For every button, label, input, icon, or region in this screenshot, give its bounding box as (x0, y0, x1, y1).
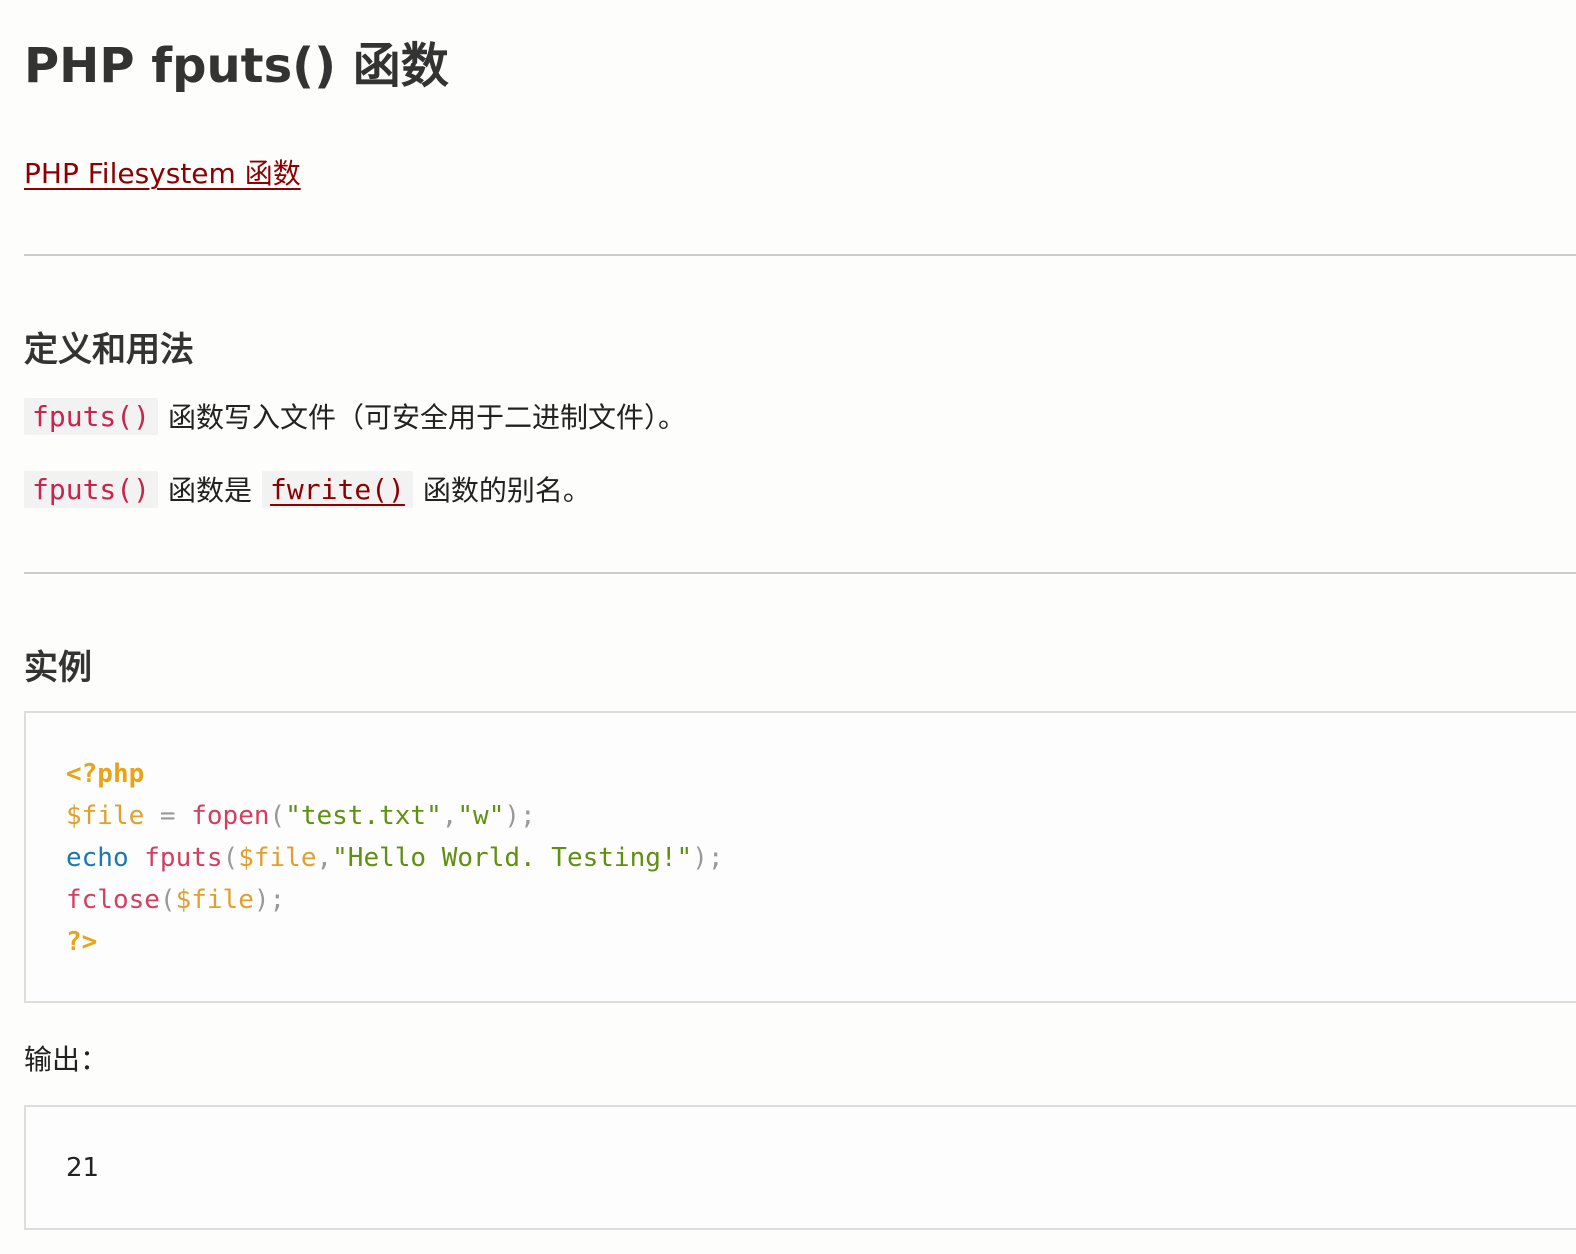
code-line: echo fputs($file,"Hello World. Testing!"… (66, 843, 724, 873)
code-string: "test.txt" (285, 801, 442, 831)
code-string: "Hello World. Testing!" (332, 843, 693, 873)
code-keyword: echo (66, 843, 129, 873)
output-label: 输出： (24, 1043, 109, 1076)
inline-code-fputs: fputs() (24, 397, 159, 435)
code-punctuation: ( (269, 801, 286, 831)
paragraph-text: 函数是 (168, 474, 253, 507)
php-close-tag: ?> (66, 927, 98, 957)
code-punctuation: ); (504, 801, 536, 831)
divider (24, 254, 1576, 256)
code-string: "w" (457, 801, 505, 831)
code-punctuation: ( (222, 843, 239, 873)
definition-heading: 定义和用法 (24, 330, 194, 370)
output-block: 21 (24, 1105, 1576, 1230)
filesystem-functions-link[interactable]: PHP Filesystem 函数 (24, 152, 301, 192)
definition-paragraph-1: fputs() 函数写入文件（可安全用于二进制文件）。 (24, 396, 686, 436)
page: PHP fputs() 函数 PHP Filesystem 函数 定义和用法 f… (0, 0, 1576, 1254)
fwrite-function-link[interactable]: fwrite() (262, 470, 413, 508)
code-function: fopen (191, 801, 270, 831)
definition-paragraph-2: fputs() 函数是 fwrite() 函数的别名。 (24, 469, 591, 509)
paragraph-text: 函数的别名。 (422, 474, 591, 507)
example-heading: 实例 (24, 648, 92, 688)
php-open-tag: <?php (66, 759, 145, 789)
code-operator: = (144, 801, 192, 831)
code-punctuation: , (441, 801, 458, 831)
code-line: fclose($file); (66, 885, 285, 915)
code-punctuation: ); (253, 885, 286, 915)
code-line: ?> (66, 927, 97, 957)
page-title: PHP fputs() 函数 (24, 38, 449, 94)
paragraph-text: 函数写入文件（可安全用于二进制文件）。 (168, 401, 687, 434)
code-punctuation: ( (159, 885, 176, 915)
code-block: <?php $file = fopen("test.txt","w"); ech… (24, 711, 1576, 1003)
code-punctuation: ); (692, 843, 724, 873)
code-line: <?php (66, 759, 144, 789)
output-value: 21 (66, 1153, 100, 1183)
code-variable: $file (238, 843, 317, 873)
code-variable: $file (175, 885, 254, 915)
code-punctuation: , (316, 843, 333, 873)
code-function: fputs (144, 843, 223, 873)
code-function: fclose (66, 885, 160, 915)
divider (24, 572, 1576, 574)
code-variable: $file (66, 801, 145, 831)
code-line: $file = fopen("test.txt","w"); (66, 801, 536, 831)
inline-code-fputs: fputs() (24, 470, 159, 508)
